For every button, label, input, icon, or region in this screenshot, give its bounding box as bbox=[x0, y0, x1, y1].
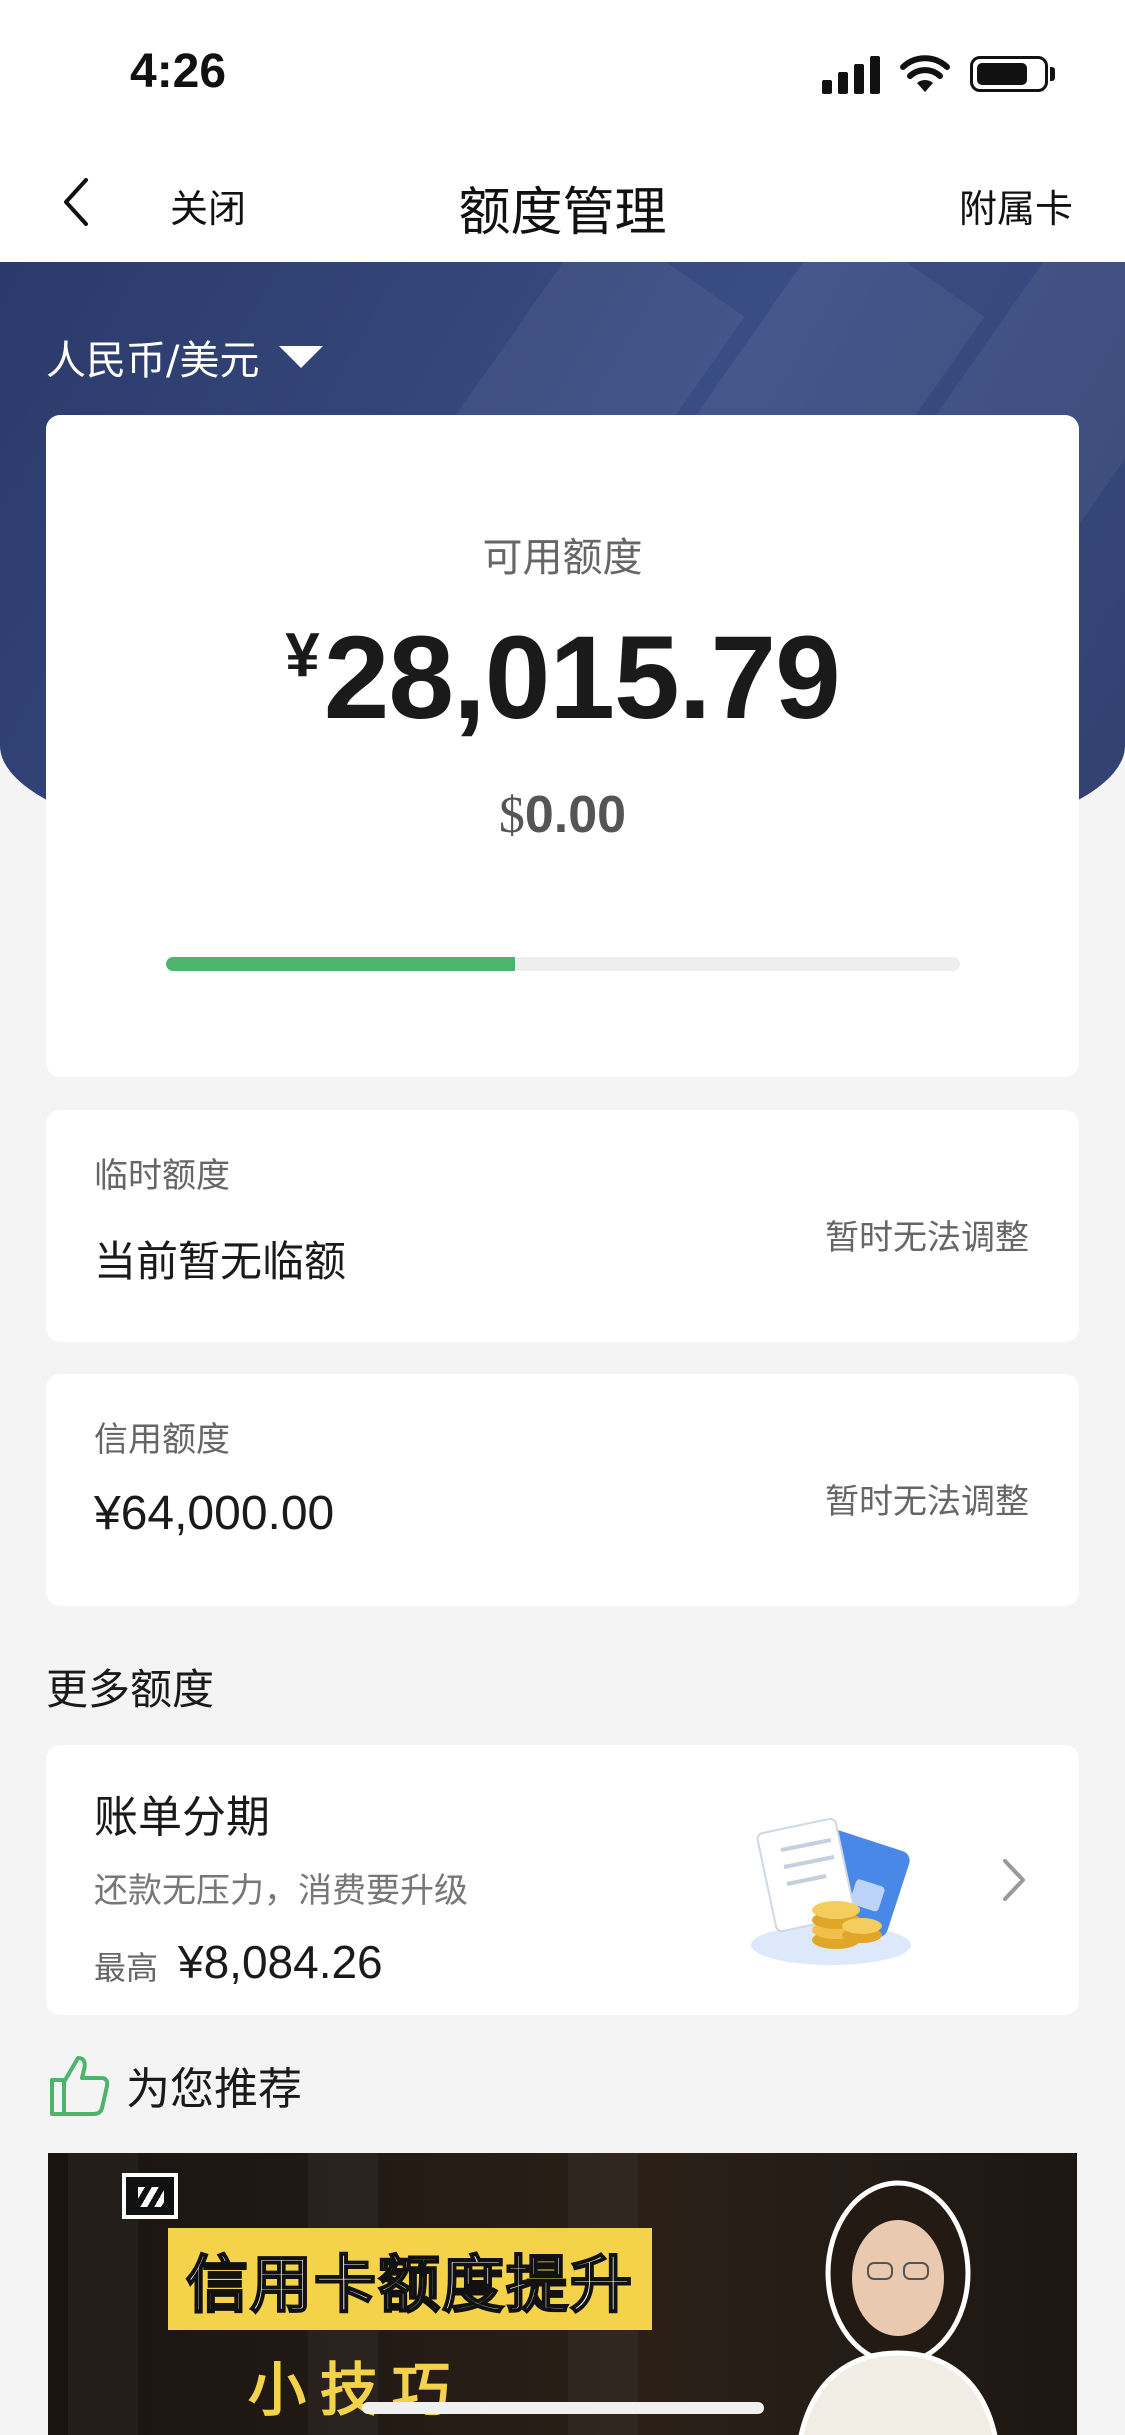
caret-down-icon bbox=[279, 346, 324, 368]
temporary-limit-card[interactable]: 临时额度 当前暂无临额 暂时无法调整 bbox=[46, 1110, 1079, 1342]
battery-icon bbox=[970, 56, 1048, 92]
recommend-header: 为您推荐 bbox=[46, 2050, 302, 2120]
installment-title: 账单分期 bbox=[94, 1792, 270, 1843]
thumbs-up-icon bbox=[50, 2056, 110, 2116]
temporary-limit-status: 暂时无法调整 bbox=[825, 1218, 1029, 1258]
usd-value: 0.00 bbox=[524, 786, 627, 844]
battery-tip bbox=[1050, 67, 1055, 81]
credit-limit-card[interactable]: 信用额度 ¥64,000.00 暂时无法调整 bbox=[46, 1374, 1079, 1606]
currency-switch[interactable]: 人民币/美元 bbox=[46, 328, 324, 386]
installment-subtitle: 还款无压力，消费要升级 bbox=[94, 1871, 468, 1911]
recommend-title: 为您推荐 bbox=[126, 2064, 302, 2115]
limit-progress-fill bbox=[166, 957, 516, 971]
chevron-right-icon[interactable] bbox=[999, 1855, 1029, 1905]
status-time: 4:26 bbox=[130, 45, 227, 98]
cny-value: 28,015.79 bbox=[323, 612, 841, 744]
available-limit-label: 可用额度 bbox=[482, 535, 643, 581]
presenter-figure bbox=[798, 2180, 998, 2435]
installment-max-value: ¥8,084.26 bbox=[178, 1936, 383, 1988]
bill-installment-card[interactable]: 账单分期 还款无压力，消费要升级 最高 ¥8,084.26 bbox=[46, 1745, 1079, 2015]
installment-max-label: 最高 bbox=[94, 1949, 159, 1987]
nav-bar: 关闭 额度管理 附属卡 bbox=[0, 150, 1125, 262]
cellular-signal-icon bbox=[822, 56, 880, 94]
available-cny-amount: ¥28,015.79 bbox=[46, 610, 1079, 746]
currency-switch-label: 人民币/美元 bbox=[46, 338, 260, 384]
temporary-limit-value: 当前暂无临额 bbox=[94, 1237, 347, 1286]
wifi-icon bbox=[900, 55, 950, 92]
credit-limit-value: ¥64,000.00 bbox=[94, 1487, 335, 1540]
usd-symbol: $ bbox=[498, 787, 525, 844]
cny-symbol: ¥ bbox=[285, 621, 320, 690]
limit-progress-bar bbox=[166, 957, 960, 971]
page-title: 额度管理 bbox=[458, 183, 667, 243]
available-usd-amount: $0.00 bbox=[46, 785, 1079, 845]
more-limits-heading: 更多额度 bbox=[46, 1665, 215, 1714]
status-bar: 4:26 bbox=[0, 0, 1125, 150]
bill-coins-illustration-icon bbox=[751, 1817, 911, 1965]
credit-limit-status: 暂时无法调整 bbox=[825, 1482, 1029, 1522]
recommend-video-banner[interactable]: 信用卡额度提升 小技巧 bbox=[48, 2153, 1077, 2435]
temporary-limit-label: 临时额度 bbox=[94, 1156, 230, 1196]
video-subtitle: 小技巧 bbox=[248, 2356, 465, 2424]
video-title: 信用卡额度提升 bbox=[168, 2228, 653, 2330]
available-limit-card: 可用额度 ¥28,015.79 $0.00 bbox=[46, 415, 1079, 1077]
sub-card-button[interactable]: 附属卡 bbox=[959, 178, 1073, 233]
video-logo-icon bbox=[122, 2173, 178, 2219]
credit-limit-label: 信用额度 bbox=[94, 1420, 230, 1460]
home-indicator bbox=[362, 2402, 764, 2414]
